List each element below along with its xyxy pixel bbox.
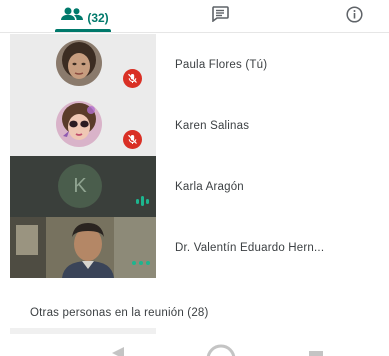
- participant-tile: [10, 95, 156, 156]
- mic-off-icon: [123, 69, 142, 88]
- participant-tile: [10, 34, 156, 95]
- people-icon: [61, 7, 84, 26]
- participant-name: Karla Aragón: [175, 180, 244, 193]
- video-feed: [10, 217, 156, 278]
- recent-apps-icon[interactable]: [308, 347, 324, 356]
- participant-row[interactable]: K Karla Aragón: [0, 156, 389, 217]
- avatar-initial: K: [58, 164, 102, 208]
- home-icon[interactable]: [205, 343, 237, 356]
- participant-name: Dr. Valentín Eduardo Hern...: [175, 241, 325, 254]
- system-nav-bar: [0, 336, 389, 356]
- active-tab-indicator: [55, 29, 111, 32]
- others-section-title: Otras personas en la reunión (28): [30, 307, 209, 319]
- next-row-peek: [10, 328, 156, 334]
- mic-off-icon: [123, 130, 142, 149]
- tab-info[interactable]: [334, 0, 374, 33]
- avatar: [56, 40, 102, 86]
- participant-row[interactable]: Paula Flores (Tú): [0, 34, 389, 95]
- participant-tile: K: [10, 156, 156, 217]
- info-icon: [345, 5, 363, 28]
- people-count: (32): [87, 10, 109, 25]
- participant-video: [10, 217, 156, 278]
- participant-row[interactable]: Karen Salinas: [0, 95, 389, 156]
- participant-name: Paula Flores (Tú): [175, 58, 268, 71]
- avatar: [56, 101, 102, 147]
- audio-level-icon: [132, 194, 152, 208]
- chat-icon: [211, 6, 229, 27]
- participant-row[interactable]: Dr. Valentín Eduardo Hern...: [0, 217, 389, 278]
- tab-bar: (32): [0, 0, 389, 33]
- back-icon[interactable]: [110, 346, 126, 356]
- tab-chat[interactable]: [200, 0, 240, 33]
- participant-name: Karen Salinas: [175, 119, 250, 132]
- more-dots-icon[interactable]: [132, 261, 154, 267]
